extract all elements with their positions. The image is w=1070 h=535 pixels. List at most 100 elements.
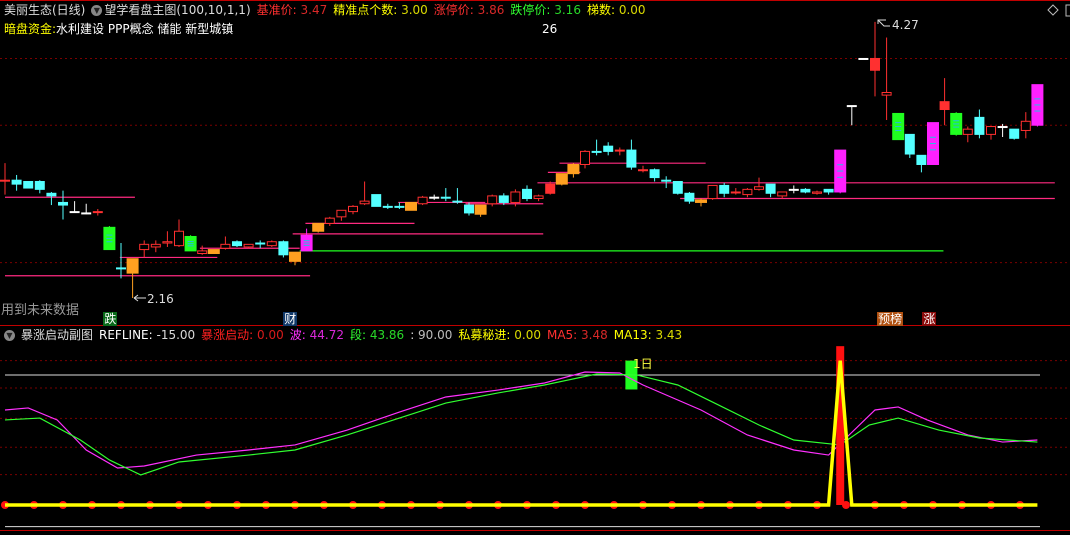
diamond-icon[interactable] [1047, 4, 1059, 16]
candle[interactable] [661, 176, 672, 189]
candle[interactable] [324, 216, 335, 227]
candle[interactable] [567, 163, 580, 178]
candle[interactable] [812, 190, 822, 195]
candle[interactable] [359, 181, 370, 206]
candle[interactable] [614, 147, 625, 156]
candle[interactable] [997, 123, 1008, 138]
candle[interactable] [707, 184, 718, 200]
candle[interactable] [881, 37, 892, 120]
candle[interactable] [927, 122, 939, 165]
candle[interactable] [533, 194, 544, 202]
candle[interactable] [777, 191, 788, 199]
candle[interactable] [429, 194, 440, 200]
candle[interactable] [382, 203, 393, 209]
candle[interactable] [684, 191, 695, 204]
item-label: 私募秘进: [458, 328, 515, 342]
candle[interactable] [591, 139, 602, 156]
candle[interactable] [719, 182, 730, 198]
candle[interactable] [405, 201, 417, 211]
candle[interactable] [232, 240, 242, 247]
candle[interactable] [487, 194, 498, 207]
candle[interactable] [371, 194, 382, 207]
candle[interactable] [1020, 112, 1031, 139]
candle[interactable] [139, 240, 150, 258]
candles[interactable] [0, 21, 1044, 298]
candle[interactable] [336, 209, 347, 221]
candle[interactable] [464, 202, 474, 216]
candle[interactable] [800, 188, 811, 194]
candle[interactable] [11, 174, 22, 191]
candle[interactable] [858, 57, 869, 60]
candle[interactable] [184, 235, 197, 252]
candle[interactable] [0, 163, 10, 195]
candle[interactable] [452, 188, 463, 204]
candle[interactable] [626, 139, 637, 170]
stock-chart[interactable] [0, 0, 1070, 535]
candle[interactable] [788, 185, 799, 194]
candle[interactable] [638, 165, 648, 173]
candle[interactable] [603, 142, 614, 156]
candle[interactable] [834, 149, 847, 194]
candle-body [487, 195, 498, 205]
candle[interactable] [730, 188, 741, 195]
header-item: 精准点个数: 3.00 [333, 3, 428, 17]
candle[interactable] [162, 231, 173, 247]
candle[interactable] [823, 188, 834, 195]
candle[interactable] [69, 201, 80, 214]
candle[interactable] [278, 240, 289, 258]
candle[interactable] [126, 258, 139, 298]
candle[interactable] [92, 208, 103, 216]
candle[interactable] [440, 188, 451, 202]
candle[interactable] [150, 240, 161, 253]
candle[interactable] [23, 181, 34, 189]
window-square-icon[interactable] [1065, 4, 1070, 17]
candle[interactable] [474, 204, 487, 217]
candle[interactable] [545, 181, 556, 195]
candle[interactable] [34, 180, 45, 194]
candle[interactable] [649, 168, 660, 182]
candle[interactable] [974, 109, 985, 139]
candle[interactable] [81, 203, 92, 215]
candle-body [232, 241, 242, 247]
candle[interactable] [207, 249, 220, 254]
candle[interactable] [892, 112, 905, 141]
candle[interactable] [916, 154, 927, 173]
dropdown-icon[interactable]: ▼ [4, 329, 15, 341]
candle[interactable] [58, 190, 68, 220]
candle[interactable] [950, 112, 963, 136]
candle[interactable] [555, 173, 568, 186]
dropdown-icon[interactable]: ▼ [91, 4, 103, 16]
sub-indicator-title[interactable]: 暴涨启动副图 [21, 328, 93, 342]
candle[interactable] [103, 226, 116, 251]
candle[interactable] [672, 181, 683, 195]
candle[interactable] [289, 251, 301, 266]
candle[interactable] [695, 198, 707, 207]
candle[interactable] [986, 126, 996, 140]
candle[interactable] [939, 78, 950, 126]
candle[interactable] [348, 205, 358, 215]
candle-body [116, 267, 126, 270]
candle[interactable] [765, 183, 776, 198]
candle[interactable] [300, 228, 313, 252]
candle[interactable] [904, 133, 915, 158]
candle[interactable] [417, 195, 428, 206]
candle[interactable] [394, 202, 405, 209]
candle[interactable] [870, 21, 880, 97]
candle[interactable] [197, 245, 208, 255]
candle[interactable] [1031, 84, 1044, 127]
candle[interactable] [116, 243, 126, 279]
candle[interactable] [754, 177, 764, 191]
candle[interactable] [962, 126, 973, 143]
candle[interactable] [174, 219, 184, 247]
candle[interactable] [742, 188, 753, 198]
candle[interactable] [580, 150, 590, 169]
candle[interactable] [522, 185, 532, 202]
candle[interactable] [46, 191, 57, 206]
candle[interactable] [846, 105, 857, 126]
candle[interactable] [1009, 128, 1020, 140]
candle[interactable] [312, 222, 325, 233]
candle[interactable] [220, 236, 231, 250]
indicator-name[interactable]: 望学看盘主图(100,10,1,1) [104, 3, 250, 17]
candle[interactable] [266, 240, 277, 247]
candle[interactable] [255, 240, 266, 249]
